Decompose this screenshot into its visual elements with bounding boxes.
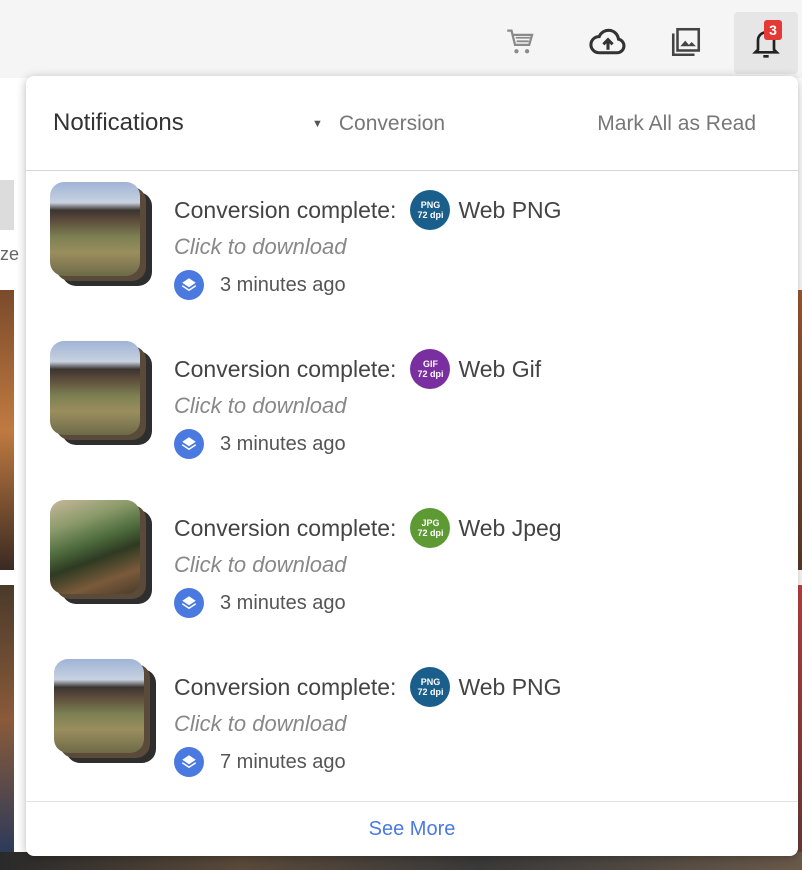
thumbnail-image (50, 182, 140, 276)
notification-item[interactable]: Conversion complete: PNG 72 dpi Web PNG C… (26, 649, 798, 779)
background-strip (0, 180, 14, 230)
notification-message: Conversion complete: (174, 196, 397, 223)
see-more-link[interactable]: See More (369, 818, 456, 841)
notification-time: 3 minutes ago (220, 591, 346, 614)
notification-item[interactable]: Conversion complete: JPG 72 dpi Web Jpeg … (26, 490, 798, 620)
download-link[interactable]: Click to download (174, 234, 346, 260)
notification-time: 7 minutes ago (220, 750, 346, 773)
background-image-left (0, 290, 14, 570)
thumbnail-image (50, 500, 140, 594)
format-name: Web PNG (458, 196, 562, 223)
background-text: ze (0, 244, 20, 264)
layers-icon (174, 747, 204, 777)
layers-icon (174, 588, 204, 618)
caret-down-icon: ▼ (312, 118, 323, 130)
panel-title: Notifications (53, 109, 184, 136)
notification-time: 3 minutes ago (220, 432, 346, 455)
thumbnail-image (54, 659, 144, 753)
gallery-icon[interactable] (666, 22, 706, 62)
notifications-panel: Notifications ▼ Conversion Mark All as R… (26, 76, 798, 856)
layers-icon (174, 270, 204, 300)
notification-thumbnail (54, 659, 162, 765)
format-name: Web PNG (458, 673, 562, 700)
download-link[interactable]: Click to download (174, 393, 346, 419)
notification-message: Conversion complete: (174, 355, 397, 382)
notification-item[interactable]: Conversion complete: GIF 72 dpi Web Gif C… (26, 331, 798, 461)
thumbnail-image (50, 341, 140, 435)
notification-message: Conversion complete: (174, 514, 397, 541)
format-name: Web Gif (458, 355, 542, 382)
notification-message: Conversion complete: (174, 673, 397, 700)
download-link[interactable]: Click to download (174, 552, 346, 578)
format-badge-icon: PNG 72 dpi (410, 190, 451, 230)
download-link[interactable]: Click to download (174, 711, 346, 737)
notification-time: 3 minutes ago (220, 273, 346, 296)
format-badge-icon: GIF 72 dpi (410, 349, 451, 389)
notification-thumbnail (50, 341, 158, 447)
panel-header: Notifications ▼ Conversion Mark All as R… (26, 76, 798, 171)
notification-item[interactable]: Conversion complete: PNG 72 dpi Web PNG C… (26, 172, 798, 302)
notifications-button[interactable]: 3 (734, 12, 798, 74)
top-toolbar: 3 (0, 0, 802, 78)
filter-dropdown[interactable]: ▼ Conversion (312, 112, 445, 136)
layers-icon (174, 429, 204, 459)
cloud-upload-icon[interactable] (588, 22, 628, 62)
mark-all-read-button[interactable]: Mark All as Read (597, 112, 756, 136)
panel-footer: See More (26, 801, 798, 856)
cart-icon[interactable] (500, 22, 540, 62)
filter-label: Conversion (338, 112, 446, 135)
notification-count-badge: 3 (764, 20, 782, 40)
format-badge-icon: PNG 72 dpi (410, 667, 451, 707)
notification-thumbnail (50, 182, 158, 288)
background-image-left-2 (0, 585, 14, 855)
notification-thumbnail (50, 500, 158, 606)
format-name: Web Jpeg (458, 514, 562, 541)
format-badge-icon: JPG 72 dpi (410, 508, 451, 548)
